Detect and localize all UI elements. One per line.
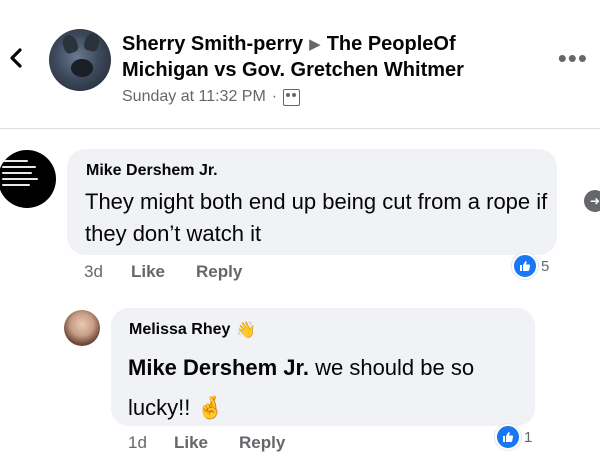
chevron-left-icon [10,48,22,68]
post-meta: Sunday at 11:32 PM · [122,88,301,106]
share-arrow-icon[interactable]: ➜ [584,190,600,212]
back-button[interactable] [4,40,28,76]
thumbs-up-icon [512,253,538,279]
poster-avatar[interactable] [49,29,111,91]
post-title-line1: Sherry Smith-perry ▶ The PeopleOf [122,32,456,58]
like-button[interactable]: Like [131,262,165,282]
wave-badge-icon: 👋 [236,322,257,339]
post-timestamp[interactable]: Sunday at 11:32 PM [122,88,266,106]
reaction-count: 5 [541,257,550,275]
comment-author[interactable]: Mike Dershem Jr. [86,162,218,180]
replier-avatar[interactable] [64,310,100,346]
reply-text: Mike Dershem Jr. we should be so lucky!!… [128,348,528,428]
group-name[interactable]: The PeopleOf [327,33,456,55]
thumbs-up-icon [495,424,521,450]
reply-author[interactable]: Melissa Rhey [129,321,230,339]
reply-button[interactable]: Reply [196,262,242,282]
arrow-right-icon: ▶ [309,36,321,53]
comment-time[interactable]: 3d [84,262,103,282]
comment-text: They might both end up being cut from a … [85,189,548,246]
group-audience-icon [283,88,301,106]
meta-separator: · [271,88,278,105]
reaction-summary[interactable]: 5 [512,253,549,279]
reply-time[interactable]: 1d [128,433,147,453]
post-author[interactable]: Sherry Smith-perry [122,33,303,55]
mention-link[interactable]: Mike Dershem Jr. [128,355,309,380]
reply-button[interactable]: Reply [239,433,285,453]
more-options-button[interactable]: ••• [558,45,588,71]
header-divider [0,128,600,129]
group-name-cont[interactable]: Michigan vs Gov. Gretchen Whitmer [122,58,464,82]
like-button[interactable]: Like [174,433,208,453]
reaction-count: 1 [524,428,533,446]
reply-author-row: Melissa Rhey 👋 [129,320,256,340]
commenter-avatar[interactable] [0,150,56,208]
reaction-summary[interactable]: 1 [495,424,532,450]
